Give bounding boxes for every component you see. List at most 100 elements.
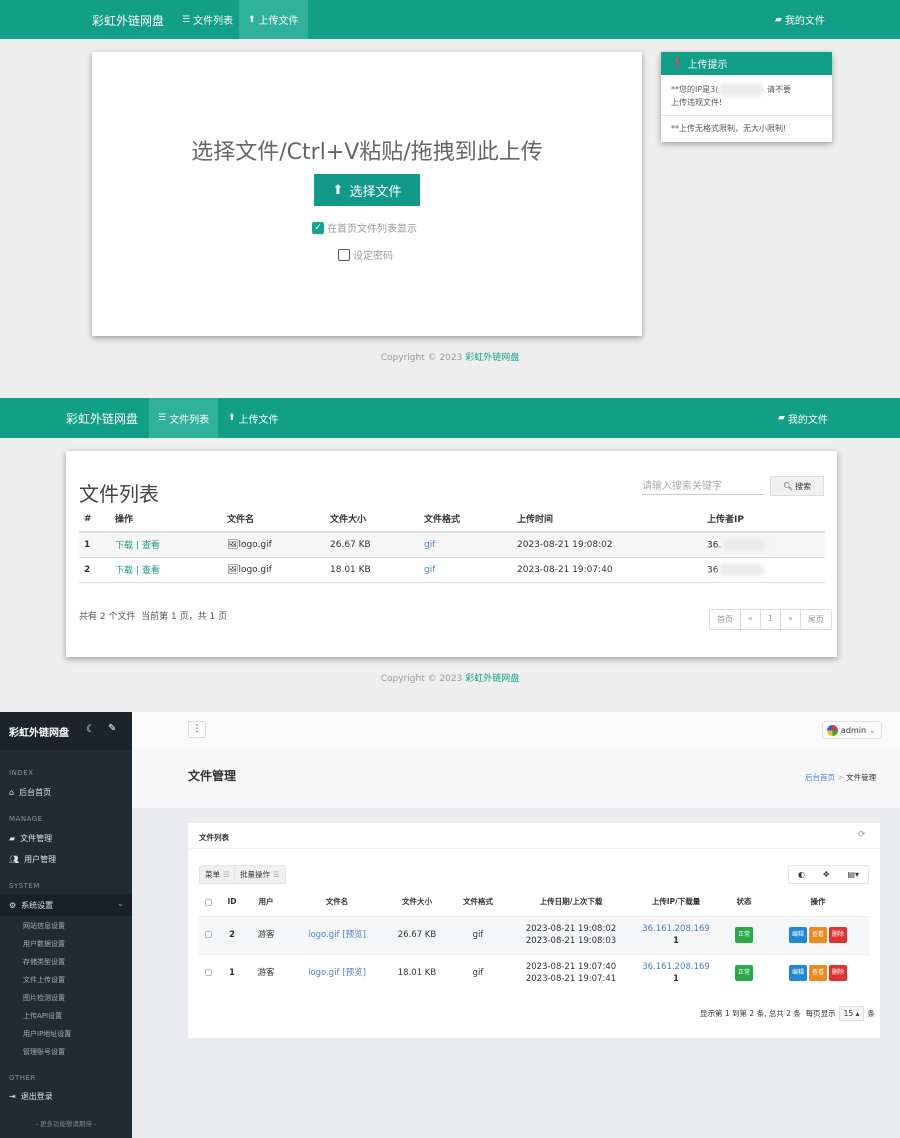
pencil-icon[interactable]: ✎ — [108, 723, 116, 734]
row-size: 18.01 KB — [330, 557, 424, 583]
ip-link[interactable]: 36.161.208.169 — [642, 962, 710, 972]
sidebar-sub-user-ip[interactable]: 用户IP地址设置 — [23, 1029, 71, 1039]
tips-line1: **您的IP是3( 请不要 上传违规文件! — [661, 75, 832, 116]
nav-upload[interactable]: ⬆ 上传文件 — [239, 0, 308, 39]
admin-brand[interactable]: 彩虹外链网盘 — [9, 724, 69, 739]
breadcrumb-home[interactable]: 后台首页 — [805, 773, 835, 782]
sidebar-sub-site-info[interactable]: 网站信息设置 — [23, 921, 65, 931]
view-link[interactable]: 查看 — [142, 566, 160, 576]
download-link[interactable]: 下载 — [115, 566, 133, 576]
nav-upload-label: 上传文件 — [258, 16, 299, 27]
menu-button[interactable]: 菜单 ☰ — [199, 865, 236, 884]
view-button[interactable]: 查看 — [808, 965, 827, 982]
moon-icon[interactable]: ☾ — [86, 724, 95, 735]
sidebar-sub-upload[interactable]: 文件上传设置 — [23, 975, 65, 985]
folder-icon: ▰ — [775, 14, 782, 25]
table-row: 1 游客 logo.gif [预览] 18.01 KB gif 2023-08-… — [199, 953, 869, 992]
sidebar-sub-image-check[interactable]: 图片检测设置 — [23, 993, 65, 1003]
preview-link[interactable]: [预览] — [342, 968, 366, 978]
copyright-2: Copyright © 2023 彩虹外链网盘 — [0, 671, 900, 684]
show-in-list-option[interactable]: ✓ 在首页文件列表显示 — [312, 220, 417, 235]
nav-file-list[interactable]: ☰ 文件列表 — [149, 398, 219, 438]
page-current[interactable]: 1 — [761, 610, 781, 629]
copyright-link[interactable]: 彩虹外链网盘 — [465, 353, 519, 363]
list-icon: ☰ — [182, 14, 191, 25]
choose-file-button[interactable]: ⬆ 选择文件 — [314, 174, 420, 206]
pagination: 首页 « 1 » 尾页 — [709, 609, 832, 630]
sidebar-item-logout[interactable]: ⇥ 退出登录 — [9, 1091, 53, 1102]
action-separator: | — [135, 566, 139, 576]
ip-link[interactable]: 36.161.208.169 — [642, 924, 710, 934]
copyright-link[interactable]: 彩虹外链网盘 — [465, 674, 519, 684]
select-all-checkbox[interactable] — [204, 898, 212, 906]
nav-file-list[interactable]: ☰ 文件列表 — [174, 0, 241, 39]
columns-icon[interactable]: ▤▾ — [847, 870, 859, 879]
sidebar-item-label: 系统设置 — [21, 901, 54, 910]
row-id: 1 — [217, 953, 247, 992]
delete-button[interactable]: 删除 — [829, 965, 848, 982]
view-button[interactable]: 查看 — [808, 927, 827, 943]
upload-panel: 选择文件/Ctrl+V粘贴/拖拽到此上传 ⬆ 选择文件 ✓ 在首页文件列表显示 设定… — [92, 52, 642, 336]
page-header: 文件管理 后台首页 > 文件管理 — [132, 748, 900, 808]
nav-my-files[interactable]: ▰ 我的文件 — [775, 0, 825, 39]
page-prev[interactable]: « — [741, 610, 761, 629]
copyright-text: Copyright © 2023 — [380, 674, 466, 684]
view-link[interactable]: 查看 — [142, 541, 160, 551]
page-title: 文件管理 — [188, 769, 237, 783]
sidebar-item-files[interactable]: ▰ 文件管理 — [9, 833, 52, 844]
row-format[interactable]: gif — [424, 557, 517, 583]
page-size-select[interactable]: 15 ▴ — [838, 1006, 865, 1021]
sidebar-sub-user-data[interactable]: 用户数据设置 — [23, 939, 65, 949]
edit-button[interactable]: 编辑 — [788, 927, 807, 943]
delete-button[interactable]: 删除 — [829, 927, 848, 943]
file-list-title: 文件列表 — [79, 482, 159, 506]
menu-button-label: 菜单 — [205, 870, 220, 879]
nav-upload-label: 上传文件 — [238, 414, 279, 426]
brand-logo[interactable]: 彩虹外链网盘 — [92, 12, 164, 29]
row-checkbox[interactable] — [204, 969, 212, 977]
sidebar-sub-storage[interactable]: 存储类型设置 — [23, 957, 65, 967]
page-first[interactable]: 首页 — [710, 610, 741, 629]
col-num: # — [79, 506, 115, 533]
preview-link[interactable]: [预览] — [342, 930, 366, 940]
nav-my-files[interactable]: ▰ 我的文件 — [778, 398, 828, 438]
batch-button[interactable]: 批量操作 ☰ — [234, 865, 286, 884]
sidebar-item-dashboard[interactable]: ⌂ 后台首页 — [9, 787, 51, 798]
nav-file-list-label: 文件列表 — [193, 16, 234, 27]
sidebar-sub-upload-api[interactable]: 上传API设置 — [23, 1011, 62, 1021]
sidebar-item-settings[interactable]: ⚙ 系统设置 ⌄ — [0, 894, 132, 916]
show-in-list-checkbox[interactable]: ✓ — [312, 221, 324, 234]
row-status: 正常 — [721, 915, 767, 954]
choose-file-label: 选择文件 — [349, 184, 402, 200]
sidebar-footer: - 更多功能敬请期待 - — [35, 1120, 97, 1128]
col-size: 文件大小 — [402, 897, 432, 907]
set-password-option[interactable]: 设定密码 — [338, 247, 393, 262]
row-format[interactable]: gif — [424, 532, 517, 558]
set-password-checkbox[interactable] — [338, 248, 350, 261]
toggle-icon[interactable]: ◐ — [798, 870, 805, 879]
sidebar-item-label: 文件管理 — [20, 834, 53, 843]
tips-ip-suffix: 请不要 — [766, 85, 791, 94]
nav-upload[interactable]: ⬆ 上传文件 — [228, 398, 279, 438]
filename-link[interactable]: logo.gif — [308, 930, 339, 940]
row-checkbox[interactable] — [204, 931, 212, 938]
search-button[interactable]: 🔍︎ 搜索 — [770, 476, 824, 496]
refresh-icon[interactable]: ⟳ — [858, 830, 866, 840]
sidebar-item-users[interactable]: 👥︎ 用户管理 — [9, 854, 56, 865]
user-menu[interactable]: admin ⌄ — [822, 721, 882, 739]
col-ip: 上传IP/下载量 — [651, 897, 701, 907]
brand-logo[interactable]: 彩虹外链网盘 — [66, 410, 138, 427]
sidebar-sub-admin-account[interactable]: 管理账号设置 — [23, 1047, 65, 1057]
edit-button[interactable]: 编辑 — [788, 965, 807, 982]
row-num: 2 — [79, 557, 115, 583]
download-link[interactable]: 下载 — [115, 541, 133, 551]
row-dates: 2023-08-21 19:08:02 2023-08-21 19:08:03 — [511, 915, 631, 954]
menu-toggle-icon[interactable]: ⋮ — [188, 721, 206, 738]
move-icon[interactable]: ✥ — [823, 870, 830, 879]
page-last[interactable]: 尾页 — [801, 610, 831, 629]
row-filename: logo.gif [预览] — [285, 953, 389, 992]
filename-link[interactable]: logo.gif — [308, 968, 339, 978]
page-size-value: 15 — [843, 1009, 854, 1018]
search-input[interactable]: 请输入搜索关键字 — [642, 477, 764, 495]
page-next[interactable]: » — [781, 610, 801, 629]
